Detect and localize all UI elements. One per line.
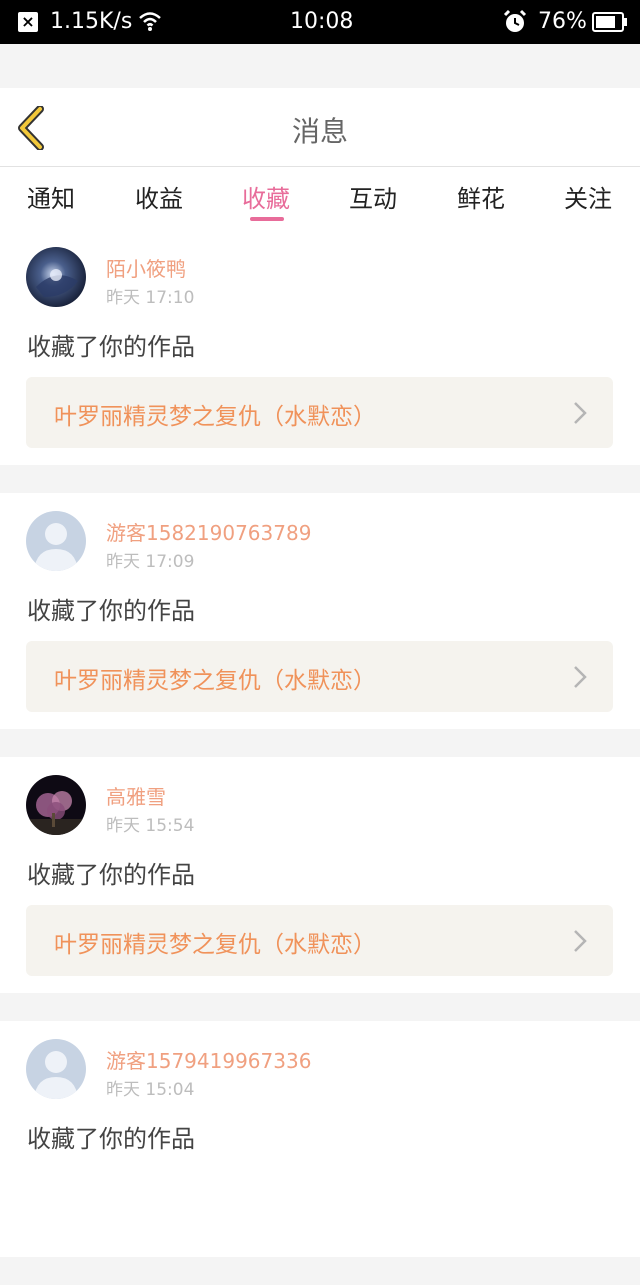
avatar[interactable] <box>26 511 86 571</box>
chevron-right-icon <box>574 930 587 952</box>
tab-follows[interactable]: 关注 <box>548 179 628 214</box>
action-text: 收藏了你的作品 <box>27 333 195 361</box>
work-link[interactable]: 叶罗丽精灵梦之复仇（水默恋） <box>26 377 613 448</box>
tab-bar: 通知 收益 收藏 互动 鲜花 关注 <box>0 167 640 229</box>
tab-interactions[interactable]: 互动 <box>333 179 413 214</box>
tab-notifications[interactable]: 通知 <box>11 179 91 214</box>
active-tab-indicator <box>250 217 284 221</box>
chevron-right-icon <box>574 402 587 424</box>
avatar[interactable] <box>26 775 86 835</box>
tab-earnings[interactable]: 收益 <box>119 179 199 214</box>
battery-percent: 76% <box>538 9 587 34</box>
timestamp: 昨天 15:04 <box>106 1080 195 1100</box>
timestamp: 昨天 17:10 <box>106 288 195 308</box>
tab-flowers[interactable]: 鲜花 <box>441 179 521 214</box>
action-text: 收藏了你的作品 <box>27 1125 195 1153</box>
work-title: 叶罗丽精灵梦之复仇（水默恋） <box>54 668 376 694</box>
work-link[interactable]: 叶罗丽精灵梦之复仇（水默恋） <box>26 641 613 712</box>
timestamp: 昨天 15:54 <box>106 816 195 836</box>
wifi-icon <box>138 10 162 38</box>
battery-icon <box>592 12 628 38</box>
avatar[interactable] <box>26 247 86 307</box>
alarm-icon <box>502 9 528 41</box>
username[interactable]: 游客1579419967336 <box>106 1045 311 1074</box>
username[interactable]: 陌小筱鸭 <box>106 253 186 282</box>
action-text: 收藏了你的作品 <box>27 597 195 625</box>
list-item: 陌小筱鸭 昨天 17:10 收藏了你的作品 叶罗丽精灵梦之复仇（水默恋） <box>0 229 640 465</box>
message-list: 陌小筱鸭 昨天 17:10 收藏了你的作品 叶罗丽精灵梦之复仇（水默恋） 游客1… <box>0 229 640 1285</box>
chevron-right-icon <box>574 666 587 688</box>
clock: 10:08 <box>290 9 354 34</box>
nav-bar: 消息 <box>0 88 640 167</box>
list-item: 高雅雪 昨天 15:54 收藏了你的作品 叶罗丽精灵梦之复仇（水默恋） <box>0 757 640 993</box>
tab-favorites[interactable]: 收藏 <box>226 179 306 214</box>
list-item: 游客1582190763789 昨天 17:09 收藏了你的作品 叶罗丽精灵梦之… <box>0 493 640 729</box>
avatar[interactable] <box>26 1039 86 1099</box>
page-title: 消息 <box>291 115 348 148</box>
top-spacer <box>0 44 640 88</box>
action-text: 收藏了你的作品 <box>27 861 195 889</box>
notification-close-icon: × <box>18 12 38 32</box>
network-speed: 1.15K/s <box>50 9 133 34</box>
work-title: 叶罗丽精灵梦之复仇（水默恋） <box>54 404 376 430</box>
work-title: 叶罗丽精灵梦之复仇（水默恋） <box>54 932 376 958</box>
username[interactable]: 游客1582190763789 <box>106 517 311 546</box>
work-link[interactable]: 叶罗丽精灵梦之复仇（水默恋） <box>26 905 613 976</box>
list-item: 游客1579419967336 昨天 15:04 收藏了你的作品 <box>0 1021 640 1257</box>
timestamp: 昨天 17:09 <box>106 552 195 572</box>
status-bar: × 1.15K/s 10:08 76% <box>0 0 640 44</box>
username[interactable]: 高雅雪 <box>106 781 166 810</box>
